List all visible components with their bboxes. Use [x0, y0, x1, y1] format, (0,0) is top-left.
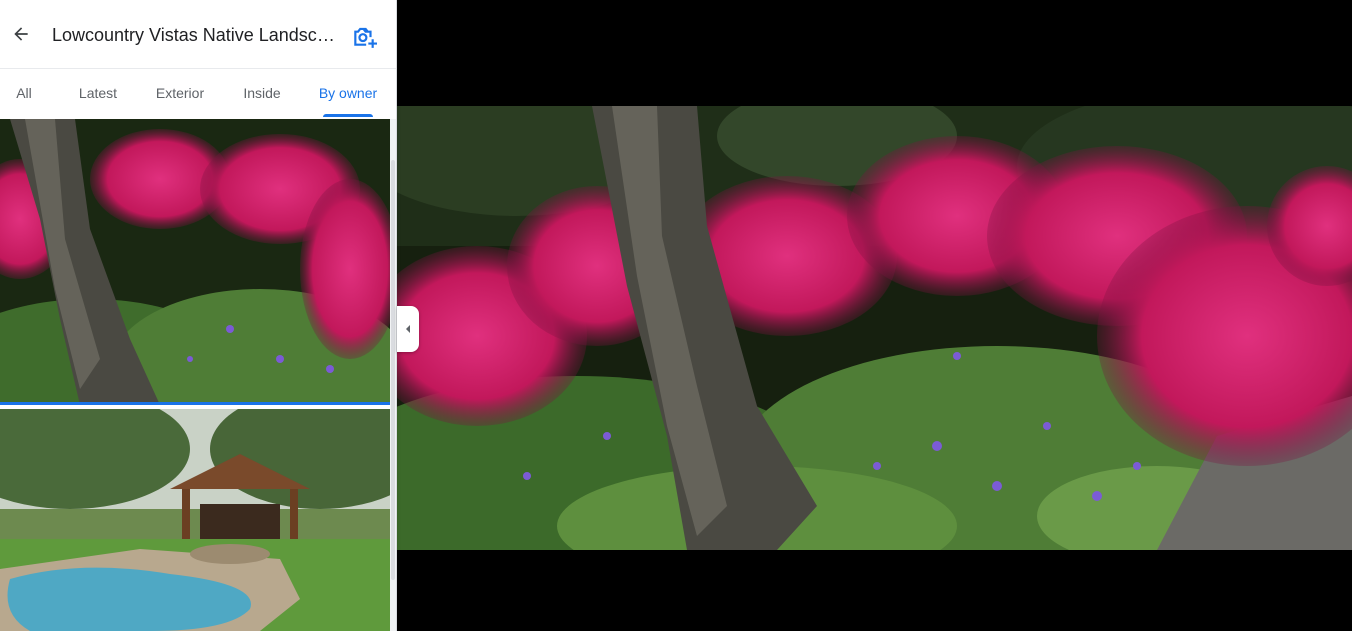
back-button[interactable]	[4, 14, 38, 54]
photo-grid	[0, 119, 390, 631]
photo-thumbnail[interactable]	[0, 409, 390, 631]
main-photo[interactable]	[397, 106, 1352, 550]
scrollbar-thumb[interactable]	[391, 160, 395, 580]
panel-header: Lowcountry Vistas Native Landscape	[0, 0, 396, 69]
active-tab-indicator	[323, 114, 373, 117]
photos-panel: Lowcountry Vistas Native Landscape All L…	[0, 0, 397, 631]
add-photo-button[interactable]	[346, 18, 382, 54]
tab-inside[interactable]: Inside	[234, 69, 290, 117]
pool-photo-thumbnail	[0, 409, 390, 631]
photo-thumbnail-selected[interactable]	[0, 119, 390, 405]
photo-category-tabs: All Latest Exterior Inside By owner	[0, 69, 396, 117]
tab-by-owner[interactable]: By owner	[312, 69, 384, 117]
tab-exterior[interactable]: Exterior	[146, 69, 214, 117]
add-photo-camera-icon	[354, 27, 377, 48]
tab-all[interactable]: All	[4, 69, 44, 117]
tab-latest[interactable]: Latest	[68, 69, 128, 117]
main-photo-image	[397, 106, 1352, 550]
azalea-photo-thumbnail	[0, 119, 390, 402]
chevron-left-icon	[406, 325, 410, 333]
collapse-panel-button[interactable]	[397, 306, 419, 352]
page-title: Lowcountry Vistas Native Landscape	[52, 25, 338, 45]
arrow-left-icon	[14, 27, 28, 41]
